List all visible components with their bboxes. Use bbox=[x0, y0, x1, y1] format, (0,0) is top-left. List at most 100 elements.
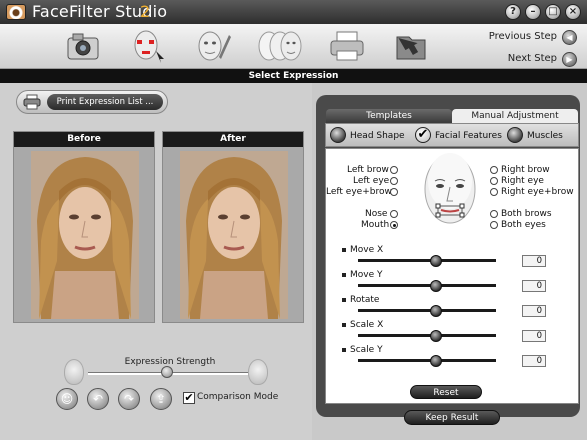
expressive-face-icon bbox=[248, 359, 268, 385]
before-label: Before bbox=[14, 132, 154, 147]
printer-icon[interactable] bbox=[327, 27, 367, 65]
scale-y-label: Scale Y bbox=[350, 345, 383, 355]
right-eye-option[interactable]: Right eye bbox=[490, 176, 544, 186]
both-brows-label: Both brows bbox=[501, 209, 552, 219]
expression-strength-label: Expression Strength bbox=[124, 357, 216, 367]
print-expression-list-button[interactable]: Print Expression List ... bbox=[47, 94, 163, 110]
export-icon[interactable]: ⇪ bbox=[150, 388, 172, 410]
keep-result-button[interactable]: Keep Result bbox=[404, 410, 500, 425]
scale-x-knob[interactable] bbox=[430, 330, 442, 342]
left-brow-label: Left brow bbox=[347, 165, 389, 175]
close-button[interactable]: × bbox=[565, 4, 581, 20]
scale-x-slider[interactable] bbox=[358, 334, 496, 337]
nose-radio[interactable] bbox=[390, 210, 398, 218]
right-eye-radio[interactable] bbox=[490, 177, 498, 185]
preview-panel: Print Expression List ... Before After E… bbox=[0, 83, 312, 440]
face-markers-icon[interactable] bbox=[128, 27, 168, 65]
left-eye-brow-radio[interactable] bbox=[390, 188, 398, 196]
faces-expressions-icon[interactable] bbox=[256, 27, 304, 65]
muscles-radio[interactable] bbox=[507, 127, 523, 143]
previous-arrow-icon[interactable]: ◀ bbox=[562, 30, 577, 45]
rotate-label: Rotate bbox=[350, 295, 380, 305]
right-eye-brow-option[interactable]: Right eye+brow bbox=[490, 187, 574, 197]
right-eye-brow-radio[interactable] bbox=[490, 188, 498, 196]
scale-x-value-field[interactable]: 0 bbox=[522, 330, 546, 342]
tab-templates[interactable]: Templates bbox=[326, 109, 452, 123]
head-shape-radio[interactable] bbox=[330, 127, 346, 143]
move-y-label: Move Y bbox=[350, 270, 383, 280]
scale-y-knob[interactable] bbox=[430, 355, 442, 367]
reset-button[interactable]: Reset bbox=[410, 385, 482, 399]
move-y-slider[interactable] bbox=[358, 284, 496, 287]
facefilter-window: FaceFilter Studio 2 ? – □ × Previous Ste… bbox=[0, 0, 587, 440]
left-eye-radio[interactable] bbox=[390, 177, 398, 185]
title-bar: FaceFilter Studio 2 ? – □ × bbox=[0, 0, 587, 24]
move-y-knob[interactable] bbox=[430, 280, 442, 292]
right-brow-option[interactable]: Right brow bbox=[490, 165, 550, 175]
neutral-face-icon bbox=[64, 359, 84, 385]
move-x-slider[interactable] bbox=[358, 259, 496, 262]
mouth-radio[interactable] bbox=[390, 221, 398, 229]
move-y-value-field[interactable]: 0 bbox=[522, 280, 546, 292]
tab-manual-adjustment[interactable]: Manual Adjustment bbox=[452, 109, 578, 123]
previous-step-link[interactable]: Previous Step bbox=[489, 31, 557, 42]
move-x-bullet-icon bbox=[342, 248, 346, 252]
nose-label: Nose bbox=[365, 209, 388, 219]
print-icon[interactable] bbox=[23, 94, 41, 110]
redo-icon[interactable]: ↷ bbox=[118, 388, 140, 410]
face-edit-icon[interactable] bbox=[193, 27, 233, 65]
face-preview-icon[interactable]: ☺ bbox=[56, 388, 78, 410]
left-eye-option[interactable]: Left eye bbox=[353, 176, 398, 186]
after-label: After bbox=[163, 132, 303, 147]
move-x-knob[interactable] bbox=[430, 255, 442, 267]
adjustment-panel: Templates Manual Adjustment Head Shape ✔… bbox=[312, 83, 587, 440]
both-eyes-label: Both eyes bbox=[501, 220, 546, 230]
comparison-mode-label: Comparison Mode bbox=[197, 392, 279, 402]
adjustment-mode-bar: Head Shape ✔ Facial Features Muscles bbox=[325, 123, 579, 147]
folder-save-icon[interactable] bbox=[391, 27, 431, 65]
nose-option[interactable]: Nose bbox=[365, 209, 398, 219]
both-brows-radio[interactable] bbox=[490, 210, 498, 218]
left-eye-label: Left eye bbox=[353, 176, 390, 186]
mouth-option[interactable]: Mouth bbox=[361, 220, 398, 230]
rotate-bullet-icon bbox=[342, 298, 346, 302]
minimize-button[interactable]: – bbox=[525, 4, 541, 20]
facial-features-option[interactable]: Facial Features bbox=[435, 127, 502, 145]
rotate-value-field[interactable]: 0 bbox=[522, 305, 546, 317]
right-brow-radio[interactable] bbox=[490, 166, 498, 174]
facial-features-content: Left brow Left eye Left eye+brow Nose Mo… bbox=[325, 148, 579, 404]
scale-x-label: Scale X bbox=[350, 320, 384, 330]
next-arrow-icon[interactable]: ▶ bbox=[562, 52, 577, 67]
before-photo bbox=[31, 151, 139, 319]
comparison-mode-checkbox[interactable]: ✔ bbox=[183, 392, 195, 404]
after-panel: After bbox=[162, 131, 304, 323]
left-eye-brow-option[interactable]: Left eye+brow bbox=[326, 187, 398, 197]
left-eye-brow-label: Left eye+brow bbox=[326, 187, 392, 197]
both-eyes-radio[interactable] bbox=[490, 221, 498, 229]
maximize-button[interactable]: □ bbox=[545, 4, 561, 20]
undo-icon[interactable]: ↶ bbox=[87, 388, 109, 410]
facial-features-check-icon[interactable]: ✔ bbox=[415, 127, 431, 143]
before-panel: Before bbox=[13, 131, 155, 323]
print-expression-group: Print Expression List ... bbox=[16, 90, 168, 114]
scale-y-bullet-icon bbox=[342, 348, 346, 352]
expression-strength-knob[interactable] bbox=[161, 366, 173, 378]
section-header: Select Expression bbox=[0, 69, 587, 83]
scale-y-value-field[interactable]: 0 bbox=[522, 355, 546, 367]
left-brow-radio[interactable] bbox=[390, 166, 398, 174]
help-button[interactable]: ? bbox=[505, 4, 521, 20]
muscles-option[interactable]: Muscles bbox=[527, 127, 563, 145]
rotate-slider[interactable] bbox=[358, 309, 496, 312]
eye-logo-icon bbox=[6, 4, 26, 20]
workflow-toolbar: Previous Step ◀ Next Step ▶ bbox=[0, 24, 587, 69]
head-shape-option[interactable]: Head Shape bbox=[350, 127, 405, 145]
both-eyes-option[interactable]: Both eyes bbox=[490, 220, 546, 230]
scale-y-slider[interactable] bbox=[358, 359, 496, 362]
both-brows-option[interactable]: Both brows bbox=[490, 209, 552, 219]
next-step-link[interactable]: Next Step bbox=[508, 53, 557, 64]
move-x-label: Move X bbox=[350, 245, 384, 255]
rotate-knob[interactable] bbox=[430, 305, 442, 317]
left-brow-option[interactable]: Left brow bbox=[347, 165, 398, 175]
camera-icon[interactable] bbox=[63, 27, 103, 65]
move-x-value-field[interactable]: 0 bbox=[522, 255, 546, 267]
